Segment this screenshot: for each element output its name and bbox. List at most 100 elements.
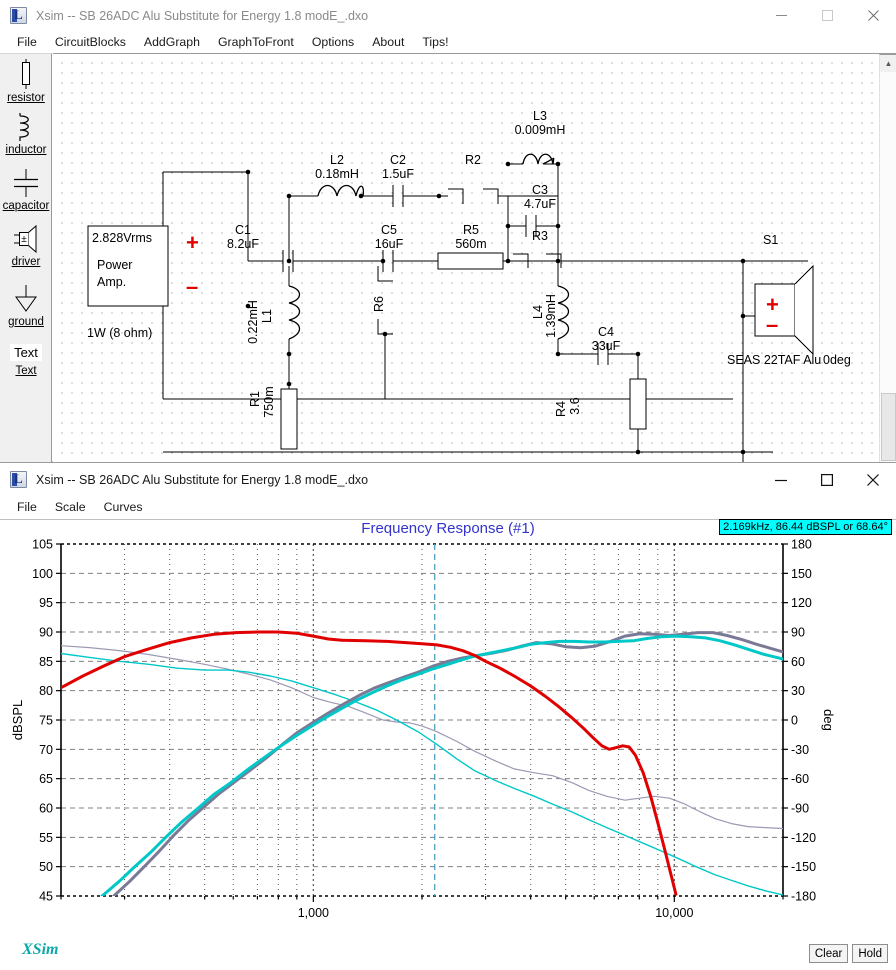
svg-text:dBSPL: dBSPL	[10, 700, 25, 740]
label-L1-val: 0.22mH	[246, 300, 260, 344]
svg-text:±: ±	[21, 234, 27, 245]
source-vrms-label: 2.828Vrms	[92, 231, 152, 245]
palette-label-text: Text	[15, 365, 37, 377]
label-C1-val: 8.2uF	[227, 237, 259, 251]
source-power-label: 1W (8 ohm)	[87, 326, 152, 340]
svg-text:60: 60	[39, 802, 53, 816]
svg-text:90: 90	[791, 626, 805, 640]
window2-controls	[758, 463, 896, 496]
svg-text:180: 180	[791, 538, 812, 552]
close-button[interactable]	[850, 463, 896, 496]
window2-titlebar[interactable]: Xsim -- SB 26ADC Alu Substitute for Ener…	[0, 463, 896, 496]
label-S1-ref: S1	[763, 233, 778, 247]
label-L3-ref: L3	[533, 109, 547, 123]
svg-text:55: 55	[39, 831, 53, 845]
label-driver-phase: 0deg	[823, 353, 851, 367]
text-icon-glyph: Text	[10, 343, 42, 361]
amp-name-line2: Amp.	[97, 275, 126, 289]
label-C3-ref: C3	[532, 183, 548, 197]
label-C3-val: 4.7uF	[524, 197, 556, 211]
scroll-up-icon[interactable]: ▲	[880, 55, 896, 72]
palette-label-inductor: inductor	[5, 144, 47, 156]
svg-text:-90: -90	[791, 802, 809, 816]
svg-text:1,000: 1,000	[298, 906, 329, 920]
svg-text:90: 90	[39, 626, 53, 640]
text-icon: Text	[0, 339, 52, 365]
driver-minus-sign: –	[766, 312, 778, 337]
svg-text:45: 45	[39, 890, 53, 904]
maximize-button[interactable]	[804, 0, 850, 31]
label-L2-val: 0.18mH	[315, 167, 359, 181]
svg-text:150: 150	[791, 567, 812, 581]
svg-text:105: 105	[32, 538, 53, 552]
svg-text:10,000: 10,000	[655, 906, 693, 920]
maximize-button[interactable]	[804, 463, 850, 496]
label-C5-ref: C5	[381, 223, 397, 237]
palette-item-capacitor[interactable]: capacitor	[0, 166, 52, 212]
scrollbar-thumb[interactable]	[881, 393, 896, 461]
palette-item-ground[interactable]: ground	[0, 282, 52, 328]
label-C2-ref: C2	[390, 153, 406, 167]
graph-window: Xsim -- SB 26ADC Alu Substitute for Ener…	[0, 462, 896, 970]
palette-item-inductor[interactable]: inductor	[0, 110, 52, 156]
minimize-button[interactable]	[758, 463, 804, 496]
menu-graphtofront[interactable]: GraphToFront	[209, 33, 303, 51]
driver-icon: ±	[0, 222, 52, 256]
inductor-icon	[0, 110, 52, 144]
svg-text:95: 95	[39, 596, 53, 610]
palette-item-resistor[interactable]: resistor	[0, 58, 52, 104]
menu-file[interactable]: File	[8, 33, 46, 51]
label-C5-val: 16uF	[375, 237, 404, 251]
ground-icon	[0, 282, 52, 316]
menu-options[interactable]: Options	[303, 33, 363, 51]
svg-text:75: 75	[39, 714, 53, 728]
svg-text:70: 70	[39, 743, 53, 757]
label-L4-val: 1.39mH	[544, 294, 558, 338]
component-palette: resistor inductor capacitor ± driver gro…	[0, 53, 52, 462]
svg-text:100: 100	[32, 567, 53, 581]
minimize-button[interactable]	[758, 0, 804, 31]
capacitor-icon	[0, 166, 52, 200]
label-driver-name: SEAS 22TAF Alu	[727, 353, 821, 367]
menu-scale[interactable]: Scale	[46, 498, 95, 516]
xsim-app-icon	[10, 471, 27, 488]
canvas-vertical-scrollbar[interactable]: ▲	[879, 54, 896, 462]
label-L3-val: 0.009mH	[515, 123, 566, 137]
svg-text:60: 60	[791, 655, 805, 669]
svg-text:50: 50	[39, 860, 53, 874]
menu-addgraph[interactable]: AddGraph	[135, 33, 209, 51]
label-R1-val: 750m	[262, 386, 276, 417]
label-R5-ref: R5	[463, 223, 479, 237]
label-R1-ref: R1	[248, 391, 262, 407]
label-R5-val: 560m	[455, 237, 486, 251]
label-R6-ref: R6	[372, 296, 386, 312]
window2-title: Xsim -- SB 26ADC Alu Substitute for Ener…	[36, 472, 369, 487]
schematic-canvas[interactable]: + – + – 2.828Vrms Power Amp. 1W (8 ohm) …	[53, 53, 896, 462]
svg-text:-150: -150	[791, 860, 816, 874]
graph-panel: Frequency Response (#1) 2.169kHz, 86.44 …	[0, 519, 896, 970]
svg-text:-120: -120	[791, 831, 816, 845]
palette-label-resistor: resistor	[7, 92, 45, 104]
svg-text:-30: -30	[791, 743, 809, 757]
label-R4-ref: R4	[554, 401, 568, 417]
menu-file[interactable]: File	[8, 498, 46, 516]
label-L4-ref: L4	[531, 305, 545, 319]
menu-tips[interactable]: Tips!	[413, 33, 457, 51]
clear-button[interactable]: Clear	[808, 944, 849, 963]
svg-text:30: 30	[791, 684, 805, 698]
menu-curves[interactable]: Curves	[95, 498, 152, 516]
amp-name-line1: Power	[97, 258, 132, 272]
palette-item-text[interactable]: Text Text	[0, 339, 52, 377]
amp-minus-sign: –	[186, 274, 198, 299]
palette-item-driver[interactable]: ± driver	[0, 222, 52, 268]
hold-button[interactable]: Hold	[852, 944, 888, 963]
menu-about[interactable]: About	[363, 33, 413, 51]
window1-titlebar[interactable]: Xsim -- SB 26ADC Alu Substitute for Ener…	[0, 0, 896, 31]
svg-text:120: 120	[791, 596, 812, 610]
close-button[interactable]	[850, 0, 896, 31]
palette-label-ground: ground	[8, 316, 44, 328]
palette-label-driver: driver	[11, 256, 41, 268]
menu-circuitblocks[interactable]: CircuitBlocks	[46, 33, 135, 51]
frequency-response-plot[interactable]: 45 50 55 60 65 70 75 80 85 90 95 100 105 -180 -150 -120…	[0, 520, 896, 921]
window2-menubar: File Scale Curves	[0, 496, 896, 518]
